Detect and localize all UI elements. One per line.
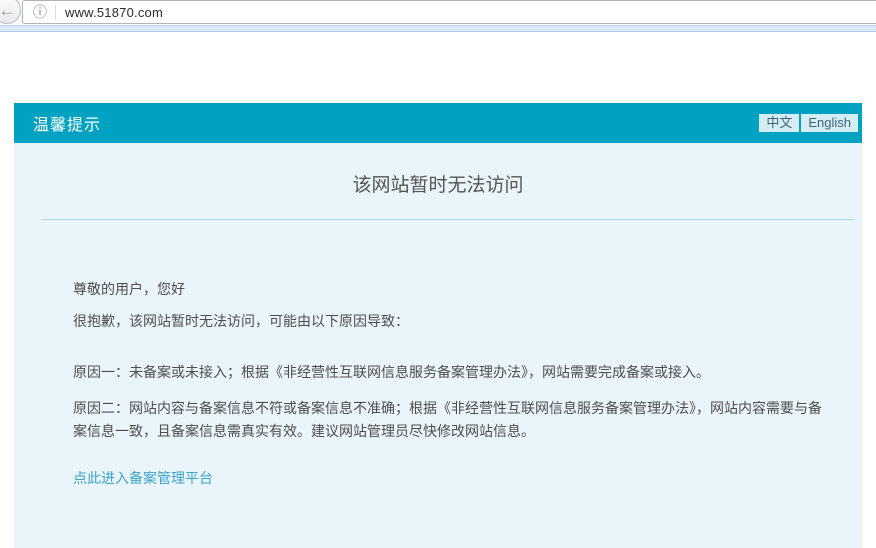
browser-toolbar: ← ⓘ www.51870.com: [0, 0, 876, 25]
greeting-text: 尊敬的用户，您好: [73, 281, 185, 297]
language-switcher: 中文 English: [759, 114, 858, 132]
notice-page: 温馨提示 中文 English 该网站暂时无法访问 尊敬的用户，您好 很抱歉，该…: [14, 103, 862, 548]
site-info-icon[interactable]: ⓘ: [33, 5, 47, 19]
divider-line: [42, 219, 854, 220]
url-text[interactable]: www.51870.com: [65, 5, 163, 20]
toolbar-bottom-strip: [0, 25, 876, 32]
intro-text: 很抱歉，该网站暂时无法访问，可能由以下原因导致：: [73, 313, 409, 329]
notice-banner: 温馨提示 中文 English: [14, 103, 862, 143]
page-title: 该网站暂时无法访问: [352, 175, 524, 196]
reason2-text: 原因二：网站内容与备案信息不符或备案信息不准确；根据《非经营性互联网信息服务备案…: [73, 400, 822, 439]
reason1-text: 原因一：未备案或未接入；根据《非经营性互联网信息服务备案管理办法》，网站需要完成…: [73, 364, 710, 380]
notice-text-block: 尊敬的用户，您好 很抱歉，该网站暂时无法访问，可能由以下原因导致： 原因一：未备…: [73, 280, 822, 488]
back-arrow-icon: ←: [0, 1, 16, 20]
address-bar[interactable]: ⓘ www.51870.com: [22, 0, 876, 24]
lang-chinese-button[interactable]: 中文: [759, 114, 800, 132]
beian-portal-link[interactable]: 点此进入备案管理平台: [73, 468, 213, 488]
lang-english-button[interactable]: English: [801, 114, 858, 132]
address-bar-separator: [55, 4, 56, 20]
back-button[interactable]: ←: [0, 0, 21, 24]
notice-content: 该网站暂时无法访问 尊敬的用户，您好 很抱歉，该网站暂时无法访问，可能由以下原因…: [14, 143, 862, 548]
banner-title: 温馨提示: [33, 117, 102, 134]
